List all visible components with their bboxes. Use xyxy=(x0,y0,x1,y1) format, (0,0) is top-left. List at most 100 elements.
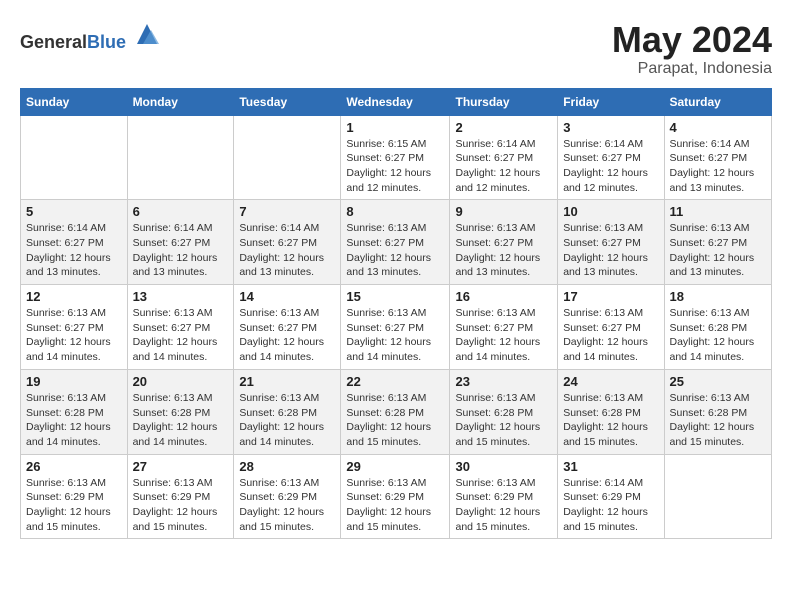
day-number: 26 xyxy=(26,459,122,474)
day-cell: 10Sunrise: 6:13 AM Sunset: 6:27 PM Dayli… xyxy=(558,200,664,285)
day-info: Sunrise: 6:14 AM Sunset: 6:27 PM Dayligh… xyxy=(239,221,335,280)
title-block: May 2024 Parapat, Indonesia xyxy=(612,20,772,78)
day-number: 12 xyxy=(26,289,122,304)
weekday-header-thursday: Thursday xyxy=(450,88,558,115)
page-header: GeneralBlue May 2024 Parapat, Indonesia xyxy=(20,20,772,78)
day-info: Sunrise: 6:13 AM Sunset: 6:27 PM Dayligh… xyxy=(455,221,552,280)
day-info: Sunrise: 6:13 AM Sunset: 6:27 PM Dayligh… xyxy=(455,306,552,365)
week-row-5: 26 Sunrise: 6:13 AM Sunset: 6:29 PM Dayli… xyxy=(21,454,772,539)
day-cell: 16 Sunrise: 6:13 AM Sunset: 6:27 PM Dayli… xyxy=(450,285,558,370)
day-info: Sunrise: 6:13 AM Sunset: 6:27 PM Dayligh… xyxy=(26,306,122,365)
day-number: 22 xyxy=(346,374,444,389)
day-cell: 21Sunrise: 6:13 AM Sunset: 6:28 PM Dayli… xyxy=(234,369,341,454)
day-cell: 9 Sunrise: 6:13 AM Sunset: 6:27 PM Daylig… xyxy=(450,200,558,285)
day-cell: 12 Sunrise: 6:13 AM Sunset: 6:27 PM Dayli… xyxy=(21,285,128,370)
day-cell: 2 Sunrise: 6:14 AM Sunset: 6:27 PM Daylig… xyxy=(450,115,558,200)
day-info: Sunrise: 6:14 AM Sunset: 6:27 PM Dayligh… xyxy=(26,221,122,280)
week-row-4: 19Sunrise: 6:13 AM Sunset: 6:28 PM Dayli… xyxy=(21,369,772,454)
day-cell: 30Sunrise: 6:13 AM Sunset: 6:29 PM Dayli… xyxy=(450,454,558,539)
day-number: 1 xyxy=(346,120,444,135)
day-cell: 29 Sunrise: 6:13 AM Sunset: 6:29 PM Dayli… xyxy=(341,454,450,539)
day-info: Sunrise: 6:13 AM Sunset: 6:29 PM Dayligh… xyxy=(133,476,229,535)
day-number: 25 xyxy=(670,374,767,389)
day-info: Sunrise: 6:13 AM Sunset: 6:28 PM Dayligh… xyxy=(239,391,335,450)
day-cell: 26 Sunrise: 6:13 AM Sunset: 6:29 PM Dayli… xyxy=(21,454,128,539)
day-cell: 14 Sunrise: 6:13 AM Sunset: 6:27 PM Dayli… xyxy=(234,285,341,370)
day-cell: 15 Sunrise: 6:13 AM Sunset: 6:27 PM Dayli… xyxy=(341,285,450,370)
day-cell xyxy=(21,115,128,200)
day-cell: 31 Sunrise: 6:14 AM Sunset: 6:29 PM Dayli… xyxy=(558,454,664,539)
month-title: May 2024 xyxy=(612,20,772,60)
logo: GeneralBlue xyxy=(20,20,161,53)
day-info: Sunrise: 6:13 AM Sunset: 6:27 PM Dayligh… xyxy=(563,306,658,365)
day-cell: 5Sunrise: 6:14 AM Sunset: 6:27 PM Daylig… xyxy=(21,200,128,285)
day-number: 8 xyxy=(346,204,444,219)
day-number: 6 xyxy=(133,204,229,219)
day-number: 27 xyxy=(133,459,229,474)
location-title: Parapat, Indonesia xyxy=(612,60,772,78)
day-number: 2 xyxy=(455,120,552,135)
logo-block: GeneralBlue xyxy=(20,20,161,53)
day-info: Sunrise: 6:14 AM Sunset: 6:27 PM Dayligh… xyxy=(563,137,658,196)
day-info: Sunrise: 6:14 AM Sunset: 6:27 PM Dayligh… xyxy=(670,137,767,196)
day-info: Sunrise: 6:13 AM Sunset: 6:27 PM Dayligh… xyxy=(133,306,229,365)
day-cell: 11 Sunrise: 6:13 AM Sunset: 6:27 PM Dayli… xyxy=(664,200,772,285)
weekday-header-sunday: Sunday xyxy=(21,88,128,115)
day-number: 9 xyxy=(455,204,552,219)
day-cell: 25 Sunrise: 6:13 AM Sunset: 6:28 PM Dayli… xyxy=(664,369,772,454)
day-info: Sunrise: 6:13 AM Sunset: 6:28 PM Dayligh… xyxy=(346,391,444,450)
day-number: 7 xyxy=(239,204,335,219)
day-cell: 24Sunrise: 6:13 AM Sunset: 6:28 PM Dayli… xyxy=(558,369,664,454)
day-cell: 3Sunrise: 6:14 AM Sunset: 6:27 PM Daylig… xyxy=(558,115,664,200)
day-cell: 7 Sunrise: 6:14 AM Sunset: 6:27 PM Daylig… xyxy=(234,200,341,285)
week-row-2: 5Sunrise: 6:14 AM Sunset: 6:27 PM Daylig… xyxy=(21,200,772,285)
day-number: 29 xyxy=(346,459,444,474)
day-info: Sunrise: 6:14 AM Sunset: 6:29 PM Dayligh… xyxy=(563,476,658,535)
day-number: 28 xyxy=(239,459,335,474)
day-cell: 13 Sunrise: 6:13 AM Sunset: 6:27 PM Dayli… xyxy=(127,285,234,370)
day-info: Sunrise: 6:13 AM Sunset: 6:29 PM Dayligh… xyxy=(26,476,122,535)
day-info: Sunrise: 6:13 AM Sunset: 6:28 PM Dayligh… xyxy=(670,391,767,450)
day-info: Sunrise: 6:13 AM Sunset: 6:28 PM Dayligh… xyxy=(455,391,552,450)
day-number: 23 xyxy=(455,374,552,389)
day-info: Sunrise: 6:13 AM Sunset: 6:29 PM Dayligh… xyxy=(455,476,552,535)
day-info: Sunrise: 6:13 AM Sunset: 6:27 PM Dayligh… xyxy=(670,221,767,280)
day-info: Sunrise: 6:14 AM Sunset: 6:27 PM Dayligh… xyxy=(133,221,229,280)
day-info: Sunrise: 6:15 AM Sunset: 6:27 PM Dayligh… xyxy=(346,137,444,196)
day-number: 14 xyxy=(239,289,335,304)
day-info: Sunrise: 6:14 AM Sunset: 6:27 PM Dayligh… xyxy=(455,137,552,196)
day-number: 31 xyxy=(563,459,658,474)
day-cell: 4 Sunrise: 6:14 AM Sunset: 6:27 PM Daylig… xyxy=(664,115,772,200)
day-info: Sunrise: 6:13 AM Sunset: 6:28 PM Dayligh… xyxy=(563,391,658,450)
day-cell: 22 Sunrise: 6:13 AM Sunset: 6:28 PM Dayli… xyxy=(341,369,450,454)
day-info: Sunrise: 6:13 AM Sunset: 6:29 PM Dayligh… xyxy=(239,476,335,535)
weekday-header-friday: Friday xyxy=(558,88,664,115)
day-number: 4 xyxy=(670,120,767,135)
day-cell: 20Sunrise: 6:13 AM Sunset: 6:28 PM Dayli… xyxy=(127,369,234,454)
day-number: 18 xyxy=(670,289,767,304)
day-cell xyxy=(664,454,772,539)
day-info: Sunrise: 6:13 AM Sunset: 6:29 PM Dayligh… xyxy=(346,476,444,535)
day-info: Sunrise: 6:13 AM Sunset: 6:27 PM Dayligh… xyxy=(239,306,335,365)
week-row-1: 1 Sunrise: 6:15 AM Sunset: 6:27 PM Daylig… xyxy=(21,115,772,200)
day-number: 15 xyxy=(346,289,444,304)
day-cell xyxy=(234,115,341,200)
calendar-table: SundayMondayTuesdayWednesdayThursdayFrid… xyxy=(20,88,772,540)
logo-blue-text: Blue xyxy=(87,32,126,52)
weekday-header-tuesday: Tuesday xyxy=(234,88,341,115)
day-number: 13 xyxy=(133,289,229,304)
day-info: Sunrise: 6:13 AM Sunset: 6:27 PM Dayligh… xyxy=(346,306,444,365)
day-info: Sunrise: 6:13 AM Sunset: 6:27 PM Dayligh… xyxy=(346,221,444,280)
day-cell: 1 Sunrise: 6:15 AM Sunset: 6:27 PM Daylig… xyxy=(341,115,450,200)
day-cell: 18Sunrise: 6:13 AM Sunset: 6:28 PM Dayli… xyxy=(664,285,772,370)
weekday-header-saturday: Saturday xyxy=(664,88,772,115)
weekday-header-wednesday: Wednesday xyxy=(341,88,450,115)
day-number: 10 xyxy=(563,204,658,219)
day-number: 11 xyxy=(670,204,767,219)
day-number: 17 xyxy=(563,289,658,304)
weekday-header-row: SundayMondayTuesdayWednesdayThursdayFrid… xyxy=(21,88,772,115)
day-number: 16 xyxy=(455,289,552,304)
day-number: 20 xyxy=(133,374,229,389)
logo-icon xyxy=(133,20,161,48)
weekday-header-monday: Monday xyxy=(127,88,234,115)
